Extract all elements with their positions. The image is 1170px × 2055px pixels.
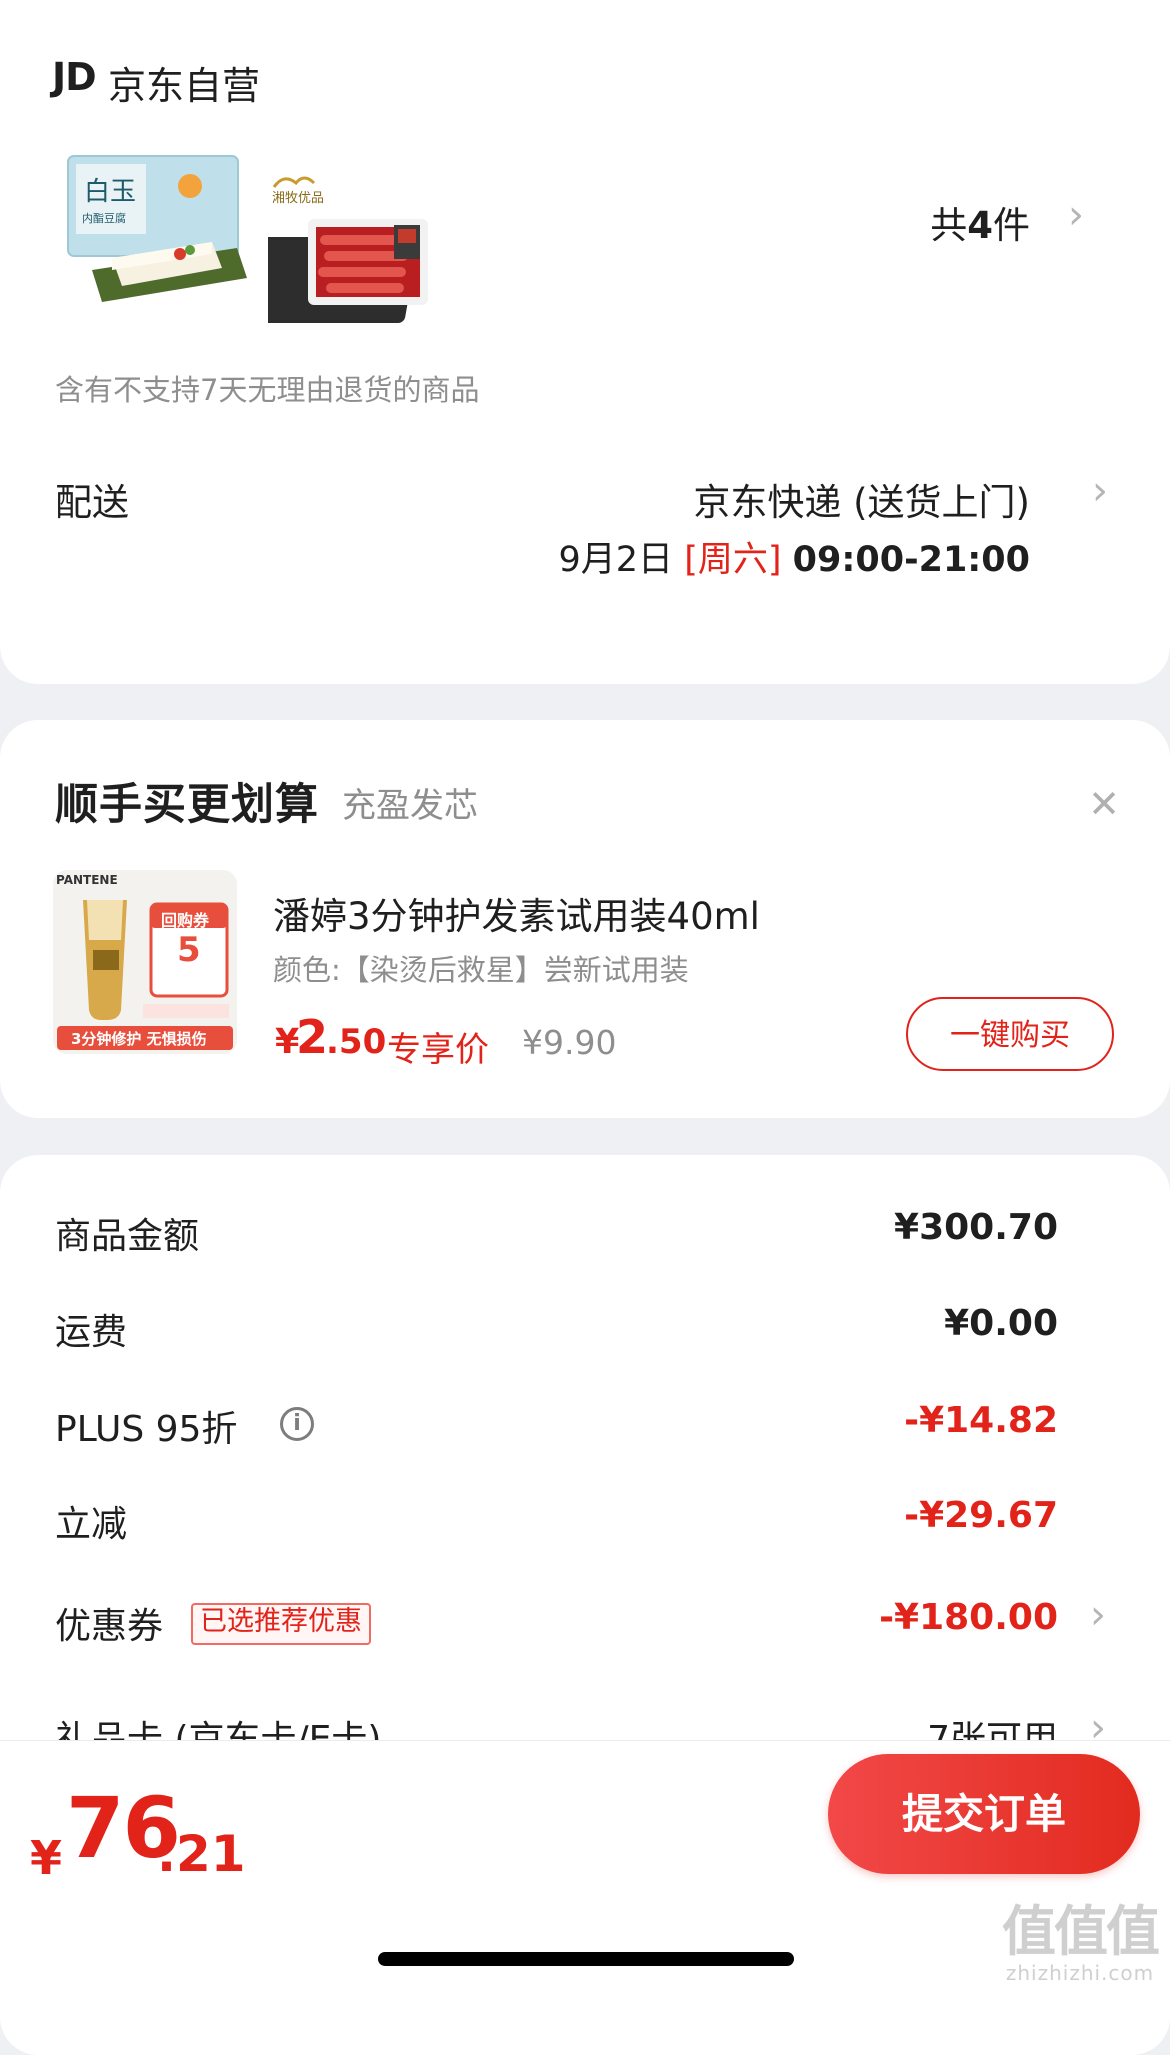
delivery-time[interactable]: 9月2日 [周六] 09:00-21:00 [559,531,1030,582]
exclusive-price-tag: 专享价 [387,1030,489,1070]
watermark: 值值值 zhizhizhi.com [1002,1900,1160,1986]
coupon-badge: 已选推荐优惠 [191,1603,371,1645]
delivery-label: 配送 [55,481,129,524]
watermark-logo: 值值值 [1002,1900,1160,1963]
image-coupon-amount: 5 [177,930,201,970]
beef-brand-mark: 湘牧优品 [272,191,325,206]
info-icon[interactable]: i [280,1407,314,1441]
goods-amount-label: 商品金额 [55,1216,200,1257]
svg-text:白玉: 白玉 [84,177,136,207]
image-brand: PANTENE [56,873,118,887]
image-banner-text: 3分钟修护 无惧损伤 [71,1030,207,1048]
jd-logo: JD [52,55,97,99]
chevron-right-icon[interactable]: › [1068,192,1084,238]
coupon-label[interactable]: 优惠券 [55,1597,163,1649]
delivery-weekday: [周六] [684,540,782,580]
checkout-bar: ¥ 76 .21 提交订单 值值值 zhizhizhi.com [0,1740,1170,1992]
price-decimal: .50 [326,1022,387,1062]
one-click-buy-button[interactable]: 一键购买 [906,997,1114,1071]
delivery-date: 9月2日 [558,540,674,580]
product-image[interactable]: PANTENE 回购券 5 3分钟修护 无惧损伤 [53,870,237,1054]
chevron-right-icon[interactable]: › [1092,468,1108,514]
item-count-number: 4 [967,204,993,247]
delivery-method[interactable]: 京东快递 (送货上门) [693,472,1030,526]
store-card: JD 京东自营 白玉 内酯豆腐 湘牧优品 共4件 › 含有不支持7天无理由退货的… [0,0,1170,684]
shipping-value: ¥0.00 [944,1303,1058,1344]
original-price: ¥9.90 [522,1023,617,1062]
plus-discount-label: PLUS 95折 [55,1409,238,1450]
home-indicator[interactable] [378,1952,794,1966]
item-count[interactable]: 共4件 [930,195,1030,249]
close-icon[interactable]: ✕ [1088,782,1120,826]
store-name: 京东自营 [108,64,261,108]
product-spec: 颜色:【染烫后救星】尝新试用装 [273,953,689,987]
addon-subtitle: 充盈发芯 [342,786,478,826]
total-price-decimal: .21 [157,1825,246,1883]
total-currency-symbol: ¥ [30,1831,63,1885]
addon-card: 顺手买更划算 充盈发芯 ✕ PANTENE 回购券 5 3分钟修护 无惧损伤 潘… [0,720,1170,1118]
delivery-hours: 09:00-21:00 [792,540,1030,580]
return-policy-note: 含有不支持7天无理由退货的商品 [55,373,480,407]
tofu-package-image: 白玉 内酯豆腐 [67,155,247,302]
product-thumbnail-tofu[interactable]: 白玉 内酯豆腐 [62,150,248,310]
instant-discount-value: -¥29.67 [904,1495,1058,1536]
product-name[interactable]: 潘婷3分钟护发素试用装40ml [273,886,760,940]
product-thumbnail-beef[interactable]: 湘牧优品 [245,165,438,325]
coupon-value[interactable]: -¥180.00 [879,1597,1058,1638]
watermark-url: zhizhizhi.com [1005,1961,1155,1985]
image-coupon-title: 回购券 [161,911,210,930]
svg-text:内酯豆腐: 内酯豆腐 [82,211,126,225]
addon-title: 顺手买更划算 [55,780,319,830]
plus-discount-value: -¥14.82 [904,1400,1058,1441]
chevron-right-icon[interactable]: › [1090,1592,1106,1638]
pantene-product-image [53,870,237,1054]
goods-amount-value: ¥300.70 [894,1207,1058,1248]
instant-discount-label: 立减 [55,1504,128,1545]
submit-order-button[interactable]: 提交订单 [828,1754,1140,1874]
price-integer: 2 [296,1010,329,1064]
shipping-label: 运费 [55,1312,128,1353]
